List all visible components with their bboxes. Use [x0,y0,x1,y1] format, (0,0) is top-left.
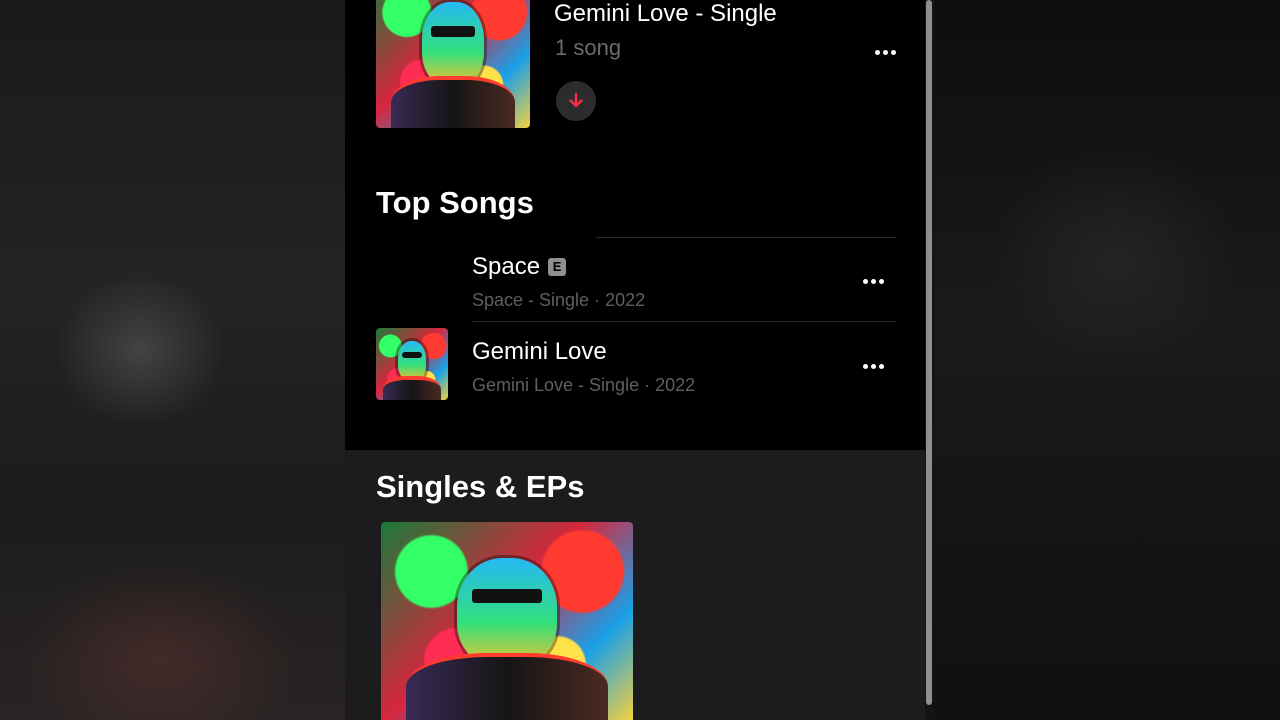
blurred-backdrop-right [935,0,1280,720]
top-songs-heading[interactable]: Top Songs [376,185,534,221]
divider [596,237,896,238]
download-arrow-icon [569,92,583,108]
single-artwork[interactable] [381,522,633,720]
blurred-backdrop-left [0,0,345,720]
explicit-badge: E [548,258,567,276]
download-button[interactable] [556,81,596,121]
song-artwork [376,328,448,400]
singles-eps-heading[interactable]: Singles & EPs [376,469,584,505]
song-subtitle: Gemini Love - Single · 2022 [472,375,696,395]
song-more-icon[interactable] [858,271,888,291]
album-song-count: 1 song [555,35,622,60]
song-title: Gemini Love [472,338,607,365]
song-more-icon[interactable] [858,356,888,376]
song-subtitle: Space - Single · 2022 [472,290,646,310]
album-title[interactable]: Gemini Love - Single [554,0,777,28]
album-artwork[interactable] [376,0,530,128]
scrollbar[interactable] [926,0,932,705]
album-more-icon[interactable] [870,42,900,62]
divider [472,321,896,322]
song-title: Space E [472,253,567,281]
